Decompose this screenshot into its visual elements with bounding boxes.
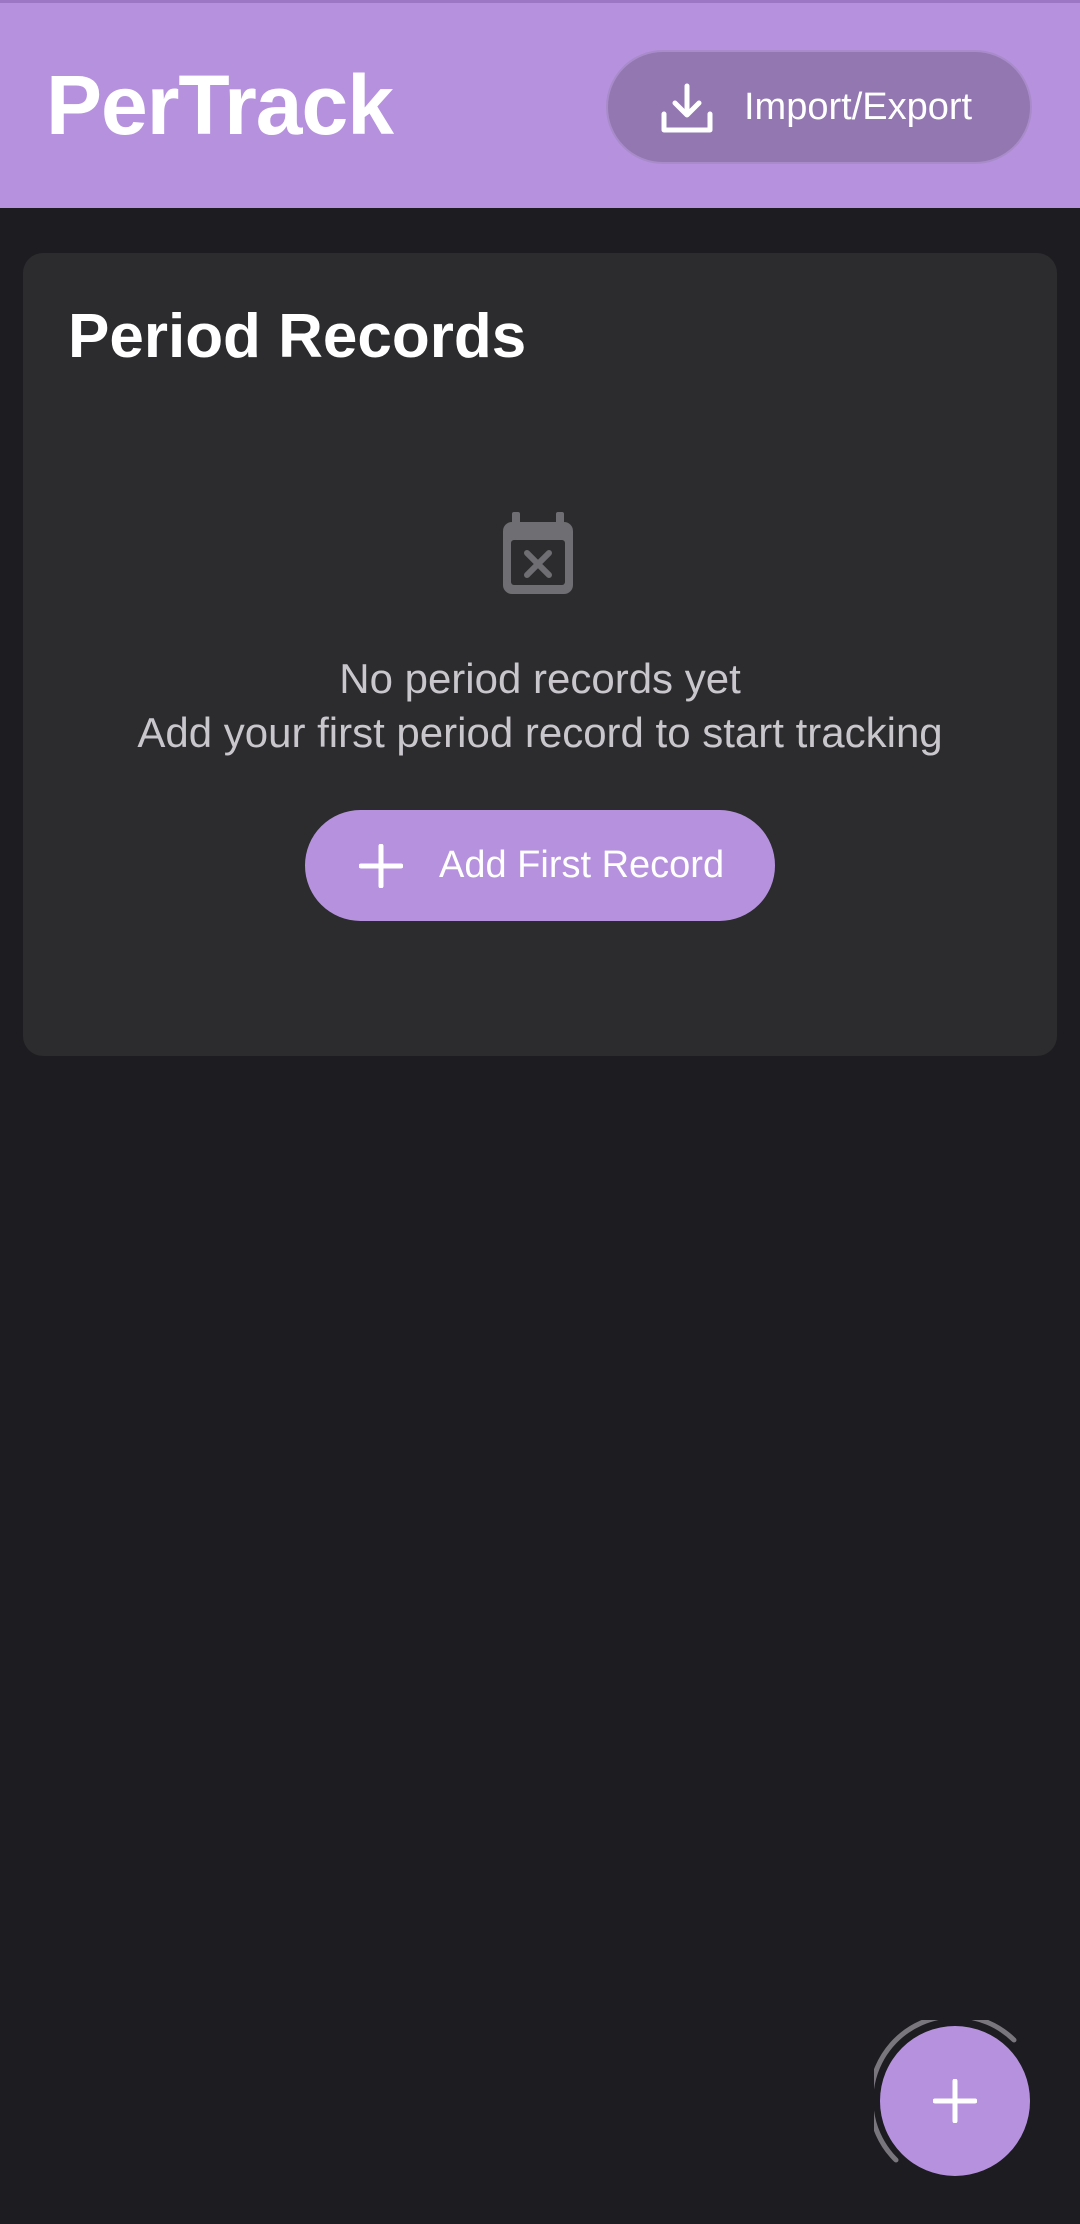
empty-state-subtitle: Add your first period record to start tr…: [137, 709, 943, 756]
calendar-remove-icon: [503, 512, 573, 594]
import-export-label: Import/Export: [744, 86, 973, 128]
add-first-record-label: Add First Record: [439, 844, 725, 886]
empty-state-title: No period records yet: [339, 655, 741, 702]
download-icon: [661, 83, 713, 133]
app-title: PerTrack: [46, 58, 394, 152]
plus-icon: [359, 844, 403, 888]
card-title: Period Records: [68, 302, 527, 371]
add-first-record-button[interactable]: Add First Record: [305, 810, 775, 921]
app-header: PerTrack Import/Export: [0, 0, 1080, 208]
period-records-card: Period Records No period records yet Add…: [23, 253, 1057, 1056]
add-record-fab[interactable]: [880, 2026, 1030, 2176]
import-export-button[interactable]: Import/Export: [606, 50, 1032, 164]
plus-icon: [933, 2079, 977, 2123]
app-screen: PerTrack Import/Export Period Records No…: [0, 0, 1080, 2224]
